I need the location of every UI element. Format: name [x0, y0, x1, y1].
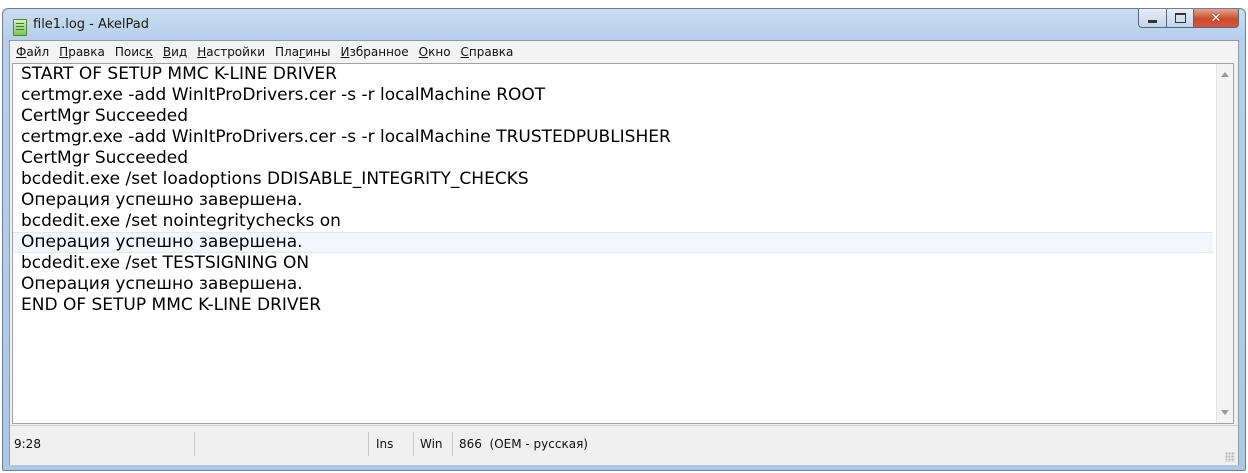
status-separator [368, 432, 369, 456]
minimize-icon [1148, 20, 1157, 23]
text-editor[interactable]: START OF SETUP MMC K-LINE DRIVER certmgr.… [12, 63, 1234, 424]
menu-item-mnemonic: С [460, 45, 469, 59]
menu-item-text: збранное [349, 45, 409, 59]
menu-item-mnemonic: О [418, 45, 429, 59]
menu-item-text: Пла [275, 45, 300, 59]
menu-item-7[interactable]: Окно [419, 45, 451, 59]
menu-item-text: айл [26, 45, 50, 59]
editor-line[interactable]: certmgr.exe -add WinItProDrivers.cer -s … [13, 127, 1213, 148]
editor-line[interactable]: bcdedit.exe /set TESTSIGNING ON [13, 253, 1213, 274]
status-line-ending: Win [420, 437, 443, 451]
minimize-button[interactable] [1138, 9, 1166, 28]
menu-item-3[interactable]: Вид [163, 45, 187, 59]
menu-item-5[interactable]: Плагины [275, 45, 330, 59]
maximize-icon [1174, 13, 1186, 23]
menu-item-text: ины [305, 45, 331, 59]
client-area: Файл Правка Поиск Вид Настройки Плагины Избран… [9, 40, 1239, 465]
editor-line[interactable]: CertMgr Succeeded [13, 106, 1213, 127]
status-separator [194, 432, 195, 456]
editor-lines: START OF SETUP MMC K-LINE DRIVER certmgr.… [13, 64, 1213, 316]
menu-item-text: кно [428, 45, 451, 59]
status-bar: 9:28 Ins Win 866 (OEM - русская) [10, 425, 1238, 465]
status-separator [413, 432, 414, 456]
editor-line[interactable]: bcdedit.exe /set nointegritychecks on [13, 211, 1213, 232]
menu-item-1[interactable]: Правка [59, 45, 105, 59]
editor-line[interactable]: END OF SETUP MMC K-LINE DRIVER [13, 295, 1213, 316]
menu-item-text: ид [171, 45, 188, 59]
status-position: 9:28 [14, 437, 41, 451]
scroll-up-icon[interactable] [1221, 72, 1229, 77]
editor-line[interactable]: bcdedit.exe /set loadoptions DDISABLE_IN… [13, 169, 1213, 190]
size-grip-icon[interactable] [1225, 452, 1235, 462]
close-icon: ✕ [1210, 10, 1222, 26]
menu-item-text: Поис [114, 45, 146, 59]
editor-line[interactable]: certmgr.exe -add WinItProDrivers.cer -s … [13, 85, 1213, 106]
caption-buttons: ✕ [1138, 9, 1239, 30]
editor-line[interactable]: Операция успешно завершена. [13, 190, 1213, 211]
menu-item-mnemonic: Ф [16, 45, 27, 59]
editor-current-line[interactable]: Операция успешно завершена. [13, 232, 1213, 253]
title-bar[interactable]: file1.log - AkelPad ✕ [3, 9, 1245, 41]
status-insert-mode: Ins [376, 437, 394, 451]
akelpad-window: file1.log - AkelPad ✕ Файл Правка Поиск Вид… [2, 8, 1246, 471]
editor-line[interactable]: Операция успешно завершена. [13, 274, 1213, 295]
menu-item-mnemonic: к [145, 45, 153, 59]
vertical-scrollbar[interactable] [1216, 64, 1233, 423]
menu-item-6[interactable]: Избранное [340, 45, 408, 59]
window-title: file1.log - AkelPad [33, 17, 150, 32]
status-codepage: 866 (OEM - русская) [459, 437, 588, 451]
menu-item-8[interactable]: Справка [461, 45, 514, 59]
menu-item-mnemonic: Н [197, 45, 207, 59]
menu-item-0[interactable]: Файл [16, 45, 49, 59]
scroll-down-icon[interactable] [1221, 410, 1229, 415]
editor-line[interactable]: START OF SETUP MMC K-LINE DRIVER [13, 64, 1213, 85]
menu-item-mnemonic: В [162, 45, 172, 59]
close-button[interactable]: ✕ [1193, 9, 1239, 28]
menu-item-4[interactable]: Настройки [197, 45, 265, 59]
menu-item-2[interactable]: Поиск [115, 45, 153, 59]
menu-bar: Файл Правка Поиск Вид Настройки Плагины Избран… [10, 41, 1238, 63]
menu-item-text: астройки [206, 45, 265, 59]
app-icon[interactable] [13, 19, 27, 36]
menu-item-text: равка [68, 45, 105, 59]
maximize-button[interactable] [1166, 9, 1193, 28]
menu-item-text: правка [468, 45, 514, 59]
editor-line[interactable]: CertMgr Succeeded [13, 148, 1213, 169]
menu-item-mnemonic: П [59, 45, 69, 59]
page-top-cut-text [0, 0, 1248, 8]
status-separator [452, 432, 453, 456]
